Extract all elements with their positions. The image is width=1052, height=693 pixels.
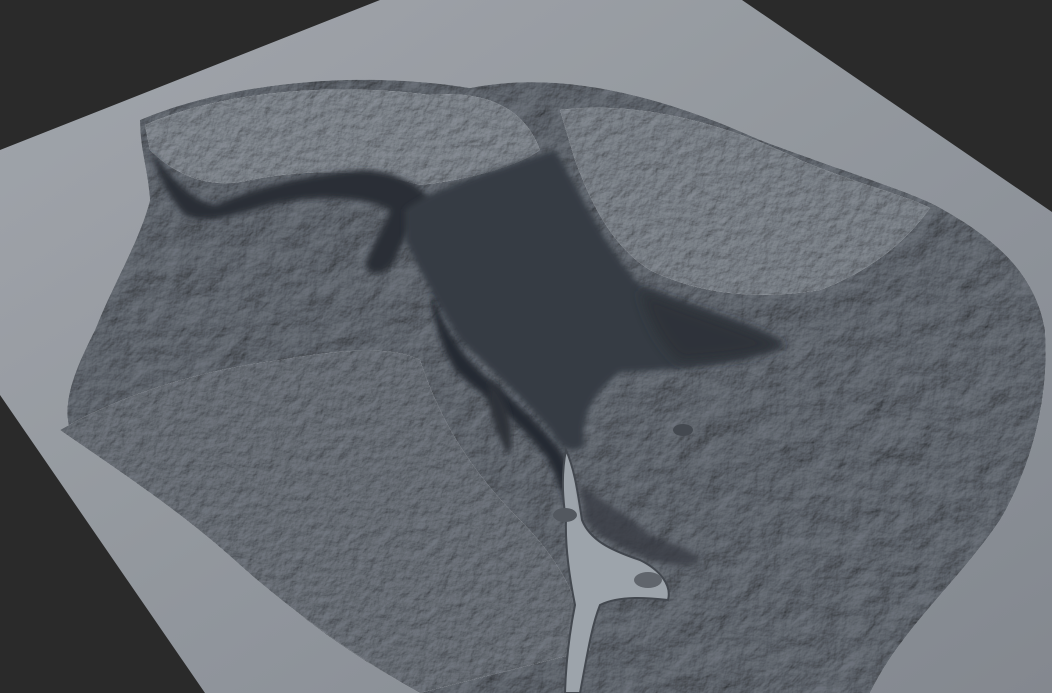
3d-viewport[interactable]	[0, 0, 1052, 693]
terrain-render	[0, 0, 1052, 693]
